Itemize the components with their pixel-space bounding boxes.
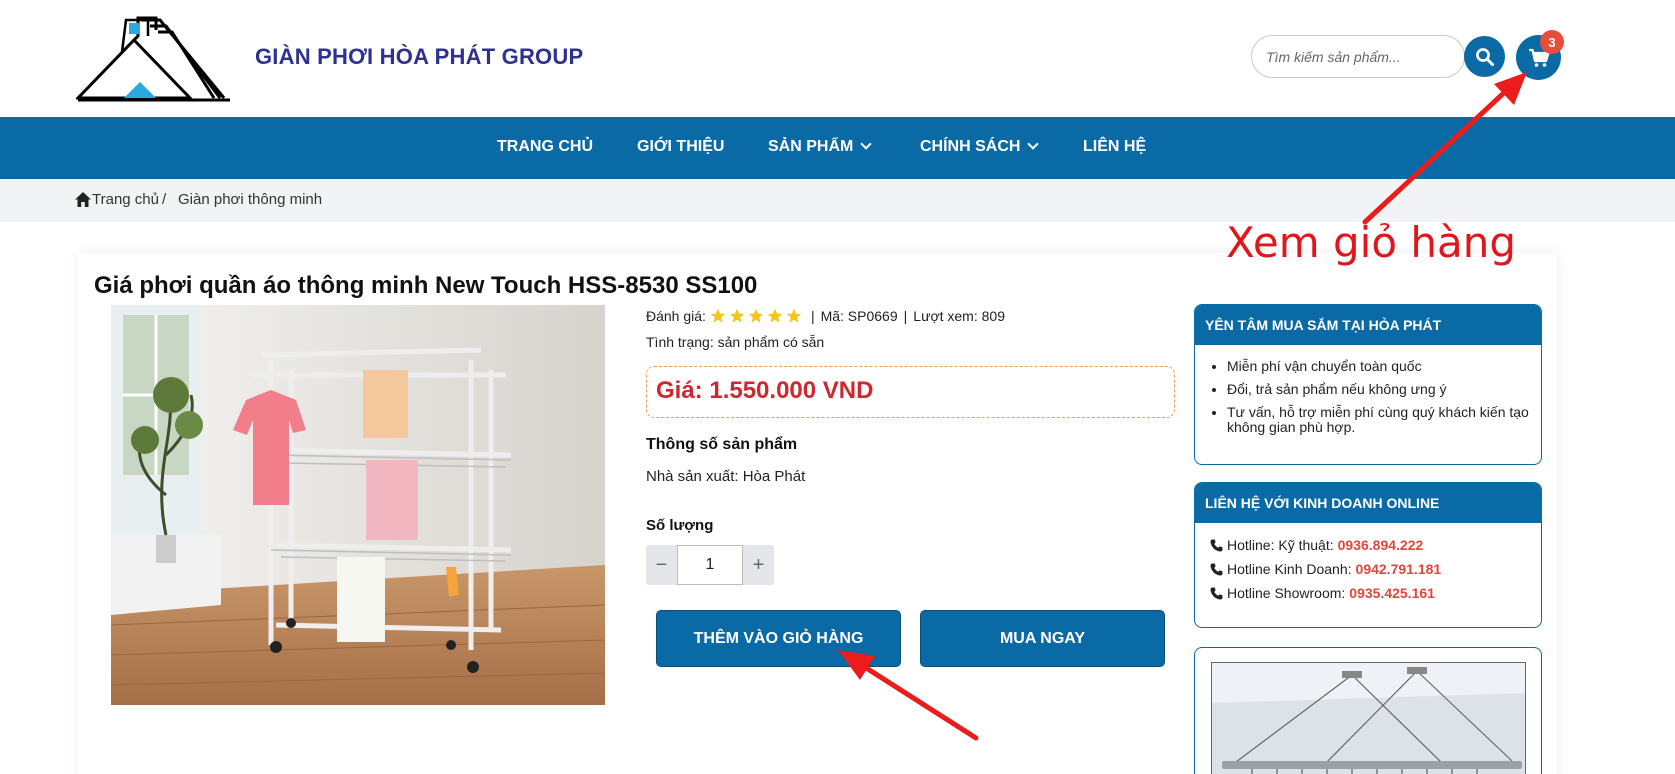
product-meta: Đánh giá: | Mã: SP0669 | Lượt xem: 809 bbox=[646, 308, 1005, 324]
hotline-label: Hotline: Kỹ thuật: bbox=[1227, 537, 1334, 553]
star-icon bbox=[710, 308, 726, 323]
logo-icon[interactable] bbox=[76, 14, 232, 102]
search-box bbox=[1251, 35, 1465, 78]
nav-item-contact[interactable]: LIÊN HỆ bbox=[1083, 138, 1146, 156]
add-to-cart-button[interactable]: THÊM VÀO GIỎ HÀNG bbox=[656, 610, 901, 667]
product-price: Giá: 1.550.000 VND bbox=[656, 377, 874, 404]
ceiling-rack-illustration bbox=[1212, 663, 1525, 774]
phone-icon bbox=[1210, 587, 1223, 599]
stock-status: Tình trạng: sản phẩm có sẵn bbox=[646, 334, 825, 350]
list-item: Tư vấn, hỗ trợ miễn phí cùng quý khách k… bbox=[1227, 405, 1531, 435]
product-image[interactable] bbox=[111, 305, 605, 705]
hotline-item[interactable]: Hotline Kinh Doanh: 0942.791.181 bbox=[1195, 557, 1541, 581]
hotline-number[interactable]: 0936.894.222 bbox=[1338, 537, 1424, 553]
sidebar-trust-box: YÊN TÂM MUA SẮM TẠI HÒA PHÁT Miễn phí vậ… bbox=[1194, 304, 1542, 465]
quantity-input[interactable] bbox=[677, 545, 743, 585]
nav-item-home[interactable]: TRANG CHỦ bbox=[497, 138, 593, 156]
nav-item-label: CHÍNH SÁCH bbox=[920, 138, 1021, 155]
star-icon bbox=[729, 308, 745, 323]
sidebar-trust-title: YÊN TÂM MUA SẮM TẠI HÒA PHÁT bbox=[1195, 305, 1541, 345]
nav-item-about[interactable]: GIỚI THIỆU bbox=[637, 138, 724, 156]
search-icon bbox=[1475, 47, 1494, 66]
drying-rack-illustration bbox=[111, 305, 605, 705]
quantity-label: Số lượng bbox=[646, 517, 714, 534]
site-header: GIÀN PHƠI HÒA PHÁT GROUP 3 bbox=[0, 0, 1675, 117]
nav-item-label: SẢN PHẨM bbox=[768, 138, 854, 155]
sidebar-contact-title: LIÊN HỆ VỚI KINH DOANH ONLINE bbox=[1195, 483, 1541, 523]
meta-separator: | bbox=[903, 308, 908, 324]
rating-label: Đánh giá: bbox=[646, 308, 706, 324]
hotline-item[interactable]: Hotline: Kỹ thuật: 0936.894.222 bbox=[1195, 533, 1541, 557]
nav-item-label: LIÊN HỆ bbox=[1083, 138, 1147, 155]
trust-list: Miễn phí vận chuyển toàn quốc Đổi, trả s… bbox=[1195, 345, 1541, 435]
meta-separator: | bbox=[810, 308, 815, 324]
breadcrumb-separator: / bbox=[162, 191, 167, 208]
buy-now-button[interactable]: MUA NGAY bbox=[920, 610, 1165, 667]
spec-manufacturer: Nhà sản xuất: Hòa Phát bbox=[646, 468, 806, 485]
main-nav: TRANG CHỦ GIỚI THIỆU SẢN PHẨM CHÍNH SÁCH… bbox=[0, 117, 1675, 179]
star-icon bbox=[786, 308, 802, 323]
sidebar-contact-box: LIÊN HỆ VỚI KINH DOANH ONLINE Hotline: K… bbox=[1194, 482, 1542, 628]
spec-heading: Thông số sản phẩm bbox=[646, 436, 798, 453]
search-input[interactable] bbox=[1266, 46, 1426, 68]
star-icon bbox=[767, 308, 783, 323]
list-item: Đổi, trả sản phẩm nếu không ưng ý bbox=[1227, 382, 1531, 397]
annotation-label: Xem giỏ hàng bbox=[1226, 218, 1517, 267]
list-item: Miễn phí vận chuyển toàn quốc bbox=[1227, 359, 1531, 374]
home-icon[interactable] bbox=[74, 191, 92, 208]
quantity-increase-button[interactable]: + bbox=[743, 545, 774, 585]
quantity-decrease-button[interactable]: − bbox=[646, 545, 677, 585]
search-button[interactable] bbox=[1464, 36, 1505, 77]
phone-icon bbox=[1210, 563, 1223, 575]
hotline-label: Hotline Showroom: bbox=[1227, 585, 1346, 601]
hotline-number[interactable]: 0942.791.181 bbox=[1356, 561, 1442, 577]
breadcrumb-current[interactable]: Giàn phơi thông minh bbox=[178, 191, 322, 208]
sidebar-banner-box bbox=[1194, 647, 1542, 774]
product-title: Giá phơi quần áo thông minh New Touch HS… bbox=[94, 272, 758, 299]
view-count: Lượt xem: 809 bbox=[913, 308, 1005, 324]
nav-item-policy[interactable]: CHÍNH SÁCH bbox=[920, 138, 1040, 156]
star-icon bbox=[748, 308, 764, 323]
phone-icon bbox=[1210, 539, 1223, 551]
brand-name[interactable]: GIÀN PHƠI HÒA PHÁT GROUP bbox=[255, 44, 583, 70]
breadcrumb-home-link[interactable]: Trang chủ bbox=[92, 191, 159, 208]
nav-item-label: TRANG CHỦ bbox=[497, 138, 593, 155]
hotline-label: Hotline Kinh Doanh: bbox=[1227, 561, 1352, 577]
product-code: Mã: SP0669 bbox=[820, 308, 898, 324]
banner-image[interactable] bbox=[1211, 662, 1526, 774]
cart-count-badge: 3 bbox=[1540, 30, 1564, 54]
chevron-down-icon bbox=[860, 138, 873, 150]
nav-item-products[interactable]: SẢN PHẨM bbox=[768, 138, 873, 156]
chevron-down-icon bbox=[1027, 138, 1040, 150]
hotline-number[interactable]: 0935.425.161 bbox=[1349, 585, 1435, 601]
hotline-item[interactable]: Hotline Showroom: 0935.425.161 bbox=[1195, 581, 1541, 605]
rating-stars[interactable] bbox=[710, 308, 805, 324]
nav-item-label: GIỚI THIỆU bbox=[637, 138, 725, 155]
